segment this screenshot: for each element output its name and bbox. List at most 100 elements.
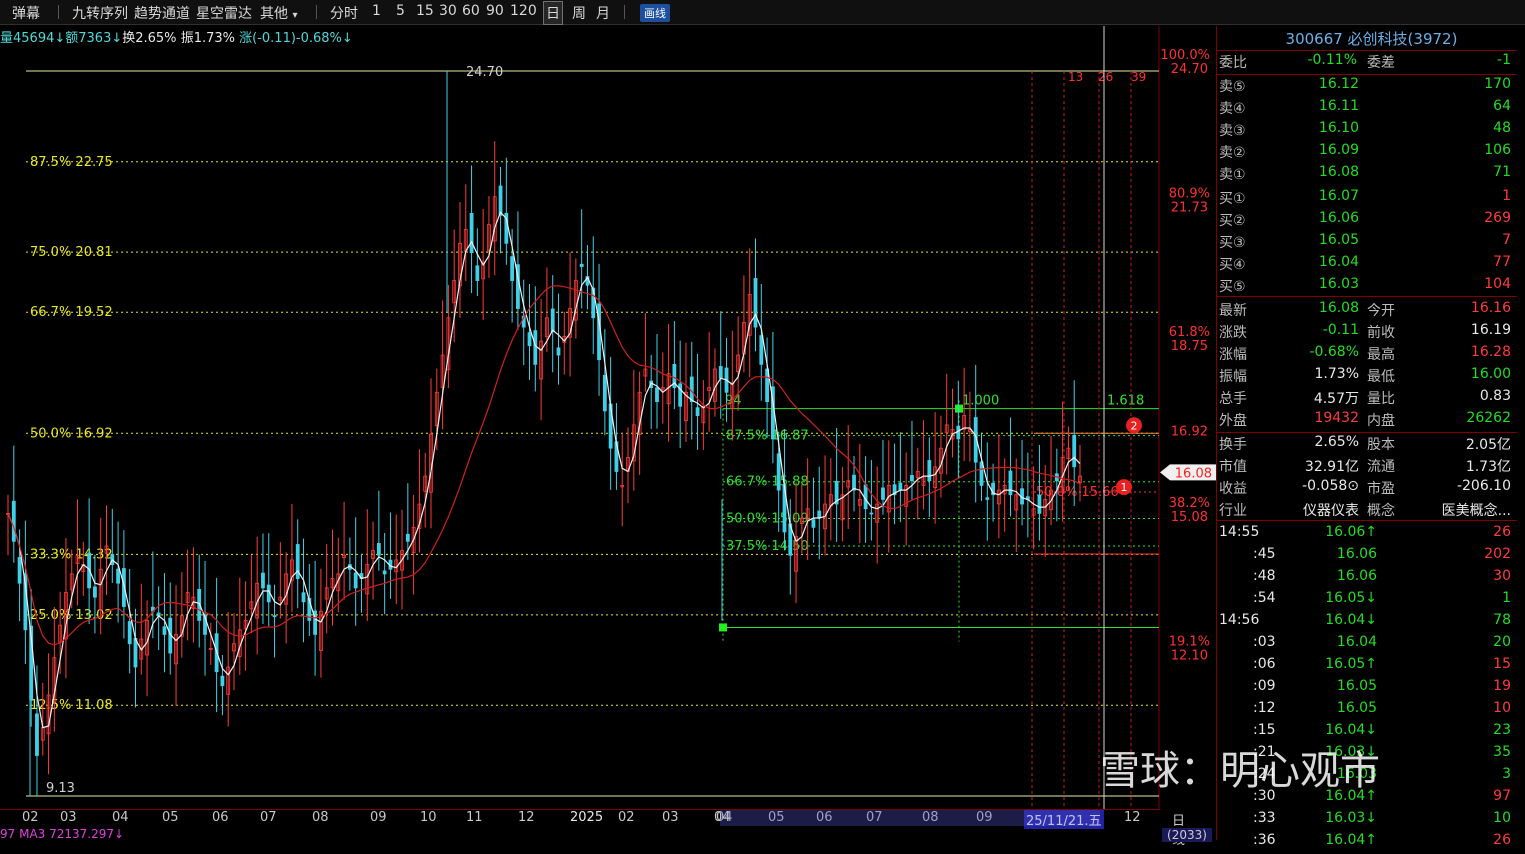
weibi-label: 委比 — [1219, 55, 1247, 71]
buy-row[interactable]: 买⑤ 16.03 104 — [1217, 276, 1517, 298]
period-month[interactable]: 月 — [596, 3, 610, 23]
right-axis-price: 18.75 — [1171, 339, 1208, 354]
tick-row: :03 16.04 20 — [1217, 634, 1517, 656]
draw-line-button[interactable]: 画线 — [640, 4, 670, 22]
sell-row[interactable]: 卖⑤ 16.12 170 — [1217, 76, 1517, 98]
sell-price: 16.10 — [1318, 120, 1359, 136]
signal-marker-label: 1 — [1121, 481, 1128, 494]
period-120min[interactable]: 120 — [510, 3, 537, 19]
buy-row[interactable]: 买④ 16.04 77 — [1217, 254, 1517, 276]
period-fenshi[interactable]: 分时 — [330, 3, 358, 23]
date-axis-label: 09 — [370, 810, 387, 825]
tick-time: :03 — [1253, 634, 1276, 650]
candle-body — [817, 510, 822, 519]
divider — [1217, 50, 1517, 51]
stat-value: -0.68% — [1309, 344, 1359, 360]
toolbar-divider — [58, 5, 59, 19]
stat-value: 16.00 — [1470, 366, 1511, 382]
period-15min[interactable]: 15 — [416, 3, 434, 19]
period-1min[interactable]: 1 — [372, 3, 381, 19]
stat-value: -0.11 — [1322, 322, 1359, 338]
sell-row[interactable]: 卖③ 16.10 48 — [1217, 120, 1517, 142]
star-radar-button[interactable]: 星空雷达 — [196, 3, 252, 23]
stat-row: 外盘 19432 内盘 26262 — [1217, 410, 1517, 432]
candle-body — [382, 570, 387, 575]
buy-level-label: 买① — [1219, 191, 1246, 207]
tick-row: :54 16.05↓ 1 — [1217, 590, 1517, 612]
candle-body — [869, 512, 874, 515]
sell-row[interactable]: 卖① 16.08 71 — [1217, 164, 1517, 186]
period-week[interactable]: 周 — [572, 3, 586, 23]
date-axis-label: 12 — [518, 810, 535, 825]
kline-svg[interactable]: 24.70 9.13 87.5% 22.75 75.0% 20.81 66.7% 19.… — [0, 26, 1216, 810]
sell-row[interactable]: 卖④ 16.11 64 — [1217, 98, 1517, 120]
divider — [1217, 296, 1517, 297]
divider — [1217, 432, 1517, 433]
sell-row[interactable]: 卖② 16.09 106 — [1217, 142, 1517, 164]
anchor-point-low[interactable] — [719, 623, 727, 632]
candle-body — [718, 366, 723, 379]
inner-top-right-label: 1.618 — [1107, 394, 1144, 409]
stat-value: 16.16 — [1470, 300, 1511, 316]
sell-level-label: 卖② — [1219, 145, 1246, 161]
stat-label: 外盘 — [1219, 413, 1247, 429]
toolbar-divider — [316, 5, 317, 19]
candle-body — [776, 453, 781, 491]
stat2-value: -0.058⊙ — [1302, 478, 1359, 494]
period-90min[interactable]: 90 — [486, 3, 504, 19]
candle-body — [475, 265, 480, 281]
tick-time: :33 — [1253, 810, 1276, 826]
range-highlight — [720, 810, 1100, 826]
buy-level-label: 买④ — [1219, 257, 1246, 273]
sell-level-label: 卖④ — [1219, 101, 1246, 117]
date-axis: 02 03 04 05 06 07 08 09 10 11 12 2025 02 03 04 05 06 07 08… — [0, 809, 1185, 848]
buy-row[interactable]: 买② 16.06 269 — [1217, 210, 1517, 232]
buy-row[interactable]: 买① 16.07 1 — [1217, 188, 1517, 210]
right-axis-price: 12.10 — [1171, 649, 1208, 664]
tick-time: :54 — [1253, 590, 1276, 606]
other-menu-button[interactable]: 其他 ▾ — [260, 3, 297, 23]
chevron-down-icon: ▾ — [292, 10, 298, 21]
candle-body — [881, 487, 885, 500]
stat2-value: 2.05亿 — [1465, 437, 1511, 453]
candle-body — [133, 637, 138, 668]
ma-indicator-text: 97 MA3 72137.297↓ — [0, 827, 125, 841]
stock-title: 300667 必创科技(3972) — [1285, 30, 1458, 48]
stat-label: 前收 — [1367, 325, 1395, 341]
tick-row: :36 16.04↑ 26 — [1217, 832, 1517, 854]
right-axis-pct: 19.1% — [1169, 635, 1210, 650]
period-30min[interactable]: 30 — [439, 3, 457, 19]
trend-channel-button[interactable]: 趋势通道 — [134, 3, 190, 23]
jiuzhuan-button[interactable]: 九转序列 — [72, 3, 128, 23]
period-day[interactable]: 日 — [543, 1, 563, 25]
candle-body — [852, 474, 856, 491]
candle-body — [1072, 434, 1077, 468]
cycle-label: 26 — [1098, 70, 1113, 84]
tick-volume: 23 — [1493, 722, 1511, 738]
danmu-button[interactable]: 弹幕 — [12, 3, 40, 23]
stat2-row: 收益 -0.058⊙ 市盈 -206.10 — [1217, 478, 1517, 500]
buy-price: 16.07 — [1318, 188, 1359, 204]
period-60min[interactable]: 60 — [462, 3, 480, 19]
buy-row[interactable]: 买③ 16.05 7 — [1217, 232, 1517, 254]
tick-price: 16.05↓ — [1325, 590, 1377, 606]
weibi-value: -0.11% — [1307, 52, 1357, 68]
period-5min[interactable]: 5 — [396, 3, 405, 19]
date-axis-label: 08 — [312, 810, 329, 825]
stat2-value: 32.91亿 — [1304, 459, 1359, 475]
candle-body — [301, 592, 306, 603]
high-label: 24.70 — [466, 65, 503, 80]
buy-volume: 104 — [1484, 276, 1511, 292]
sell-price: 16.08 — [1318, 164, 1359, 180]
stat-label: 内盘 — [1367, 413, 1395, 429]
tick-time: 14:55 — [1219, 524, 1260, 540]
right-axis-pct: 38.2% — [1169, 496, 1210, 511]
kline-chart[interactable]: 24.70 9.13 87.5% 22.75 75.0% 20.81 66.7% 19.… — [0, 26, 1216, 810]
low-label: 9.13 — [46, 781, 75, 796]
sell-level-label: 卖① — [1219, 167, 1246, 183]
buy-price: 16.03 — [1318, 276, 1359, 292]
divider — [1217, 520, 1517, 521]
candle-body — [498, 185, 503, 216]
candle-body — [695, 407, 700, 416]
candle-body — [753, 278, 758, 328]
